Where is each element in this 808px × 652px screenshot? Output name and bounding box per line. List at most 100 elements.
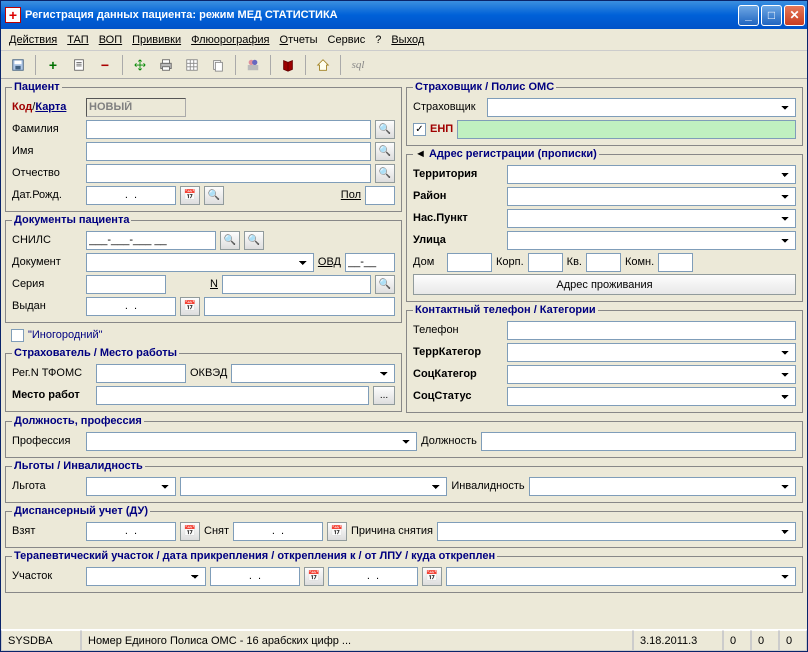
profession-select[interactable] <box>86 432 417 451</box>
issued-date-input[interactable] <box>86 297 176 316</box>
workplace-input[interactable] <box>96 386 369 405</box>
menu-help[interactable]: ? <box>375 34 381 46</box>
phone-categories-group: Контактный телефон / Категории Телефон Т… <box>406 304 803 413</box>
regn-input[interactable] <box>96 364 186 383</box>
delete-icon[interactable]: − <box>94 54 116 76</box>
close-button[interactable]: ✕ <box>784 5 805 26</box>
menu-service[interactable]: Сервис <box>328 34 366 46</box>
attach-calendar-icon[interactable]: 📅 <box>304 567 324 586</box>
patronymic-input[interactable] <box>86 164 371 183</box>
documents-group: Документы пациента СНИЛС 🔍 🔍 Документ ОВ… <box>5 214 402 323</box>
status-n2: 0 <box>751 630 779 651</box>
sex-label: Пол <box>341 189 361 201</box>
minimize-button[interactable]: _ <box>738 5 759 26</box>
workplace-browse-button[interactable]: ... <box>373 386 395 405</box>
lgota-code-select[interactable] <box>86 477 176 496</box>
status-n1: 0 <box>723 630 751 651</box>
sex-input[interactable] <box>365 186 395 205</box>
phone-input[interactable] <box>507 321 796 340</box>
rayon-select[interactable] <box>507 187 796 206</box>
app-icon: + <box>5 7 21 23</box>
enp-input[interactable] <box>457 120 796 139</box>
print-icon[interactable] <box>155 54 177 76</box>
enp-checkbox[interactable]: ✓ <box>413 123 426 136</box>
ovd-label: ОВД <box>318 256 341 268</box>
insurer-select[interactable] <box>487 98 796 117</box>
snils-label: СНИЛС <box>12 234 82 246</box>
status-hint: Номер Единого Полиса ОМС - 16 арабских ц… <box>81 630 633 651</box>
menu-reports[interactable]: Отчеты <box>280 34 318 46</box>
socstat-select[interactable] <box>507 387 796 406</box>
removed-date-input[interactable] <box>233 522 323 541</box>
menu-privivki[interactable]: Прививки <box>132 34 181 46</box>
post-input[interactable] <box>481 432 796 451</box>
lastname-label: Фамилия <box>12 123 82 135</box>
export-excel-icon[interactable] <box>181 54 203 76</box>
house-input[interactable] <box>447 253 492 272</box>
lgota-select[interactable] <box>180 477 447 496</box>
attach-date-input[interactable] <box>210 567 300 586</box>
menu-vop[interactable]: ВОП <box>99 34 122 46</box>
street-select[interactable] <box>507 231 796 250</box>
detach-calendar-icon[interactable]: 📅 <box>422 567 442 586</box>
home-icon[interactable] <box>312 54 334 76</box>
snils-search2-icon[interactable]: 🔍 <box>244 231 264 250</box>
okved-select[interactable] <box>231 364 395 383</box>
firstname-search-icon[interactable]: 🔍 <box>375 142 395 161</box>
series-input[interactable] <box>86 275 166 294</box>
menu-actions[interactable]: Действия <box>9 34 57 46</box>
firstname-input[interactable] <box>86 142 371 161</box>
people-icon[interactable] <box>242 54 264 76</box>
dob-search-icon[interactable]: 🔍 <box>204 186 224 205</box>
patient-code-input[interactable] <box>86 98 186 117</box>
kod-label: Код <box>12 101 32 113</box>
patronymic-search-icon[interactable]: 🔍 <box>375 164 395 183</box>
issued-calendar-icon[interactable]: 📅 <box>180 297 200 316</box>
karta-link[interactable]: Карта <box>35 101 66 113</box>
removed-calendar-icon[interactable]: 📅 <box>327 522 347 541</box>
workplace-label: Место работ <box>12 389 92 401</box>
snils-search1-icon[interactable]: 🔍 <box>220 231 240 250</box>
naspunkt-select[interactable] <box>507 209 796 228</box>
taken-label: Взят <box>12 525 82 537</box>
series-search-icon[interactable]: 🔍 <box>375 275 395 294</box>
move-icon[interactable] <box>129 54 151 76</box>
taken-calendar-icon[interactable]: 📅 <box>180 522 200 541</box>
ovd-input[interactable] <box>345 253 395 272</box>
menu-tap[interactable]: ТАП <box>67 34 88 46</box>
sql-icon[interactable]: sql <box>347 54 369 76</box>
soccat-select[interactable] <box>507 365 796 384</box>
invalidity-select[interactable] <box>529 477 796 496</box>
issued-by-input[interactable] <box>204 297 395 316</box>
detach-date-input[interactable] <box>328 567 418 586</box>
save-icon[interactable] <box>7 54 29 76</box>
status-version: 3.18.2011.3 <box>633 630 723 651</box>
korp-input[interactable] <box>528 253 563 272</box>
document-icon[interactable] <box>68 54 90 76</box>
terrcat-select[interactable] <box>507 343 796 362</box>
uchastok-group: Терапевтический участок / дата прикрепле… <box>5 550 803 593</box>
removal-reason-select[interactable] <box>437 522 796 541</box>
menu-exit[interactable]: Выход <box>391 34 424 46</box>
dob-calendar-icon[interactable]: 📅 <box>180 186 200 205</box>
taken-date-input[interactable] <box>86 522 176 541</box>
detach-to-select[interactable] <box>446 567 796 586</box>
kv-input[interactable] <box>586 253 621 272</box>
book-icon[interactable] <box>277 54 299 76</box>
lastname-search-icon[interactable]: 🔍 <box>375 120 395 139</box>
dob-input[interactable] <box>86 186 176 205</box>
new-icon[interactable]: + <box>42 54 64 76</box>
uchastok-select[interactable] <box>86 567 206 586</box>
copy-icon[interactable] <box>207 54 229 76</box>
residence-address-button[interactable]: Адрес проживания <box>413 274 796 295</box>
menu-fluorography[interactable]: Флюорография <box>191 34 269 46</box>
lastname-input[interactable] <box>86 120 371 139</box>
territory-select[interactable] <box>507 165 796 184</box>
uchastok-legend: Терапевтический участок / дата прикрепле… <box>12 550 497 562</box>
series-number-input[interactable] <box>222 275 371 294</box>
snils-input[interactable] <box>86 231 216 250</box>
nonresident-checkbox[interactable]: "Иногородний" <box>11 329 103 342</box>
komn-input[interactable] <box>658 253 693 272</box>
maximize-button[interactable]: □ <box>761 5 782 26</box>
document-select[interactable] <box>86 253 314 272</box>
